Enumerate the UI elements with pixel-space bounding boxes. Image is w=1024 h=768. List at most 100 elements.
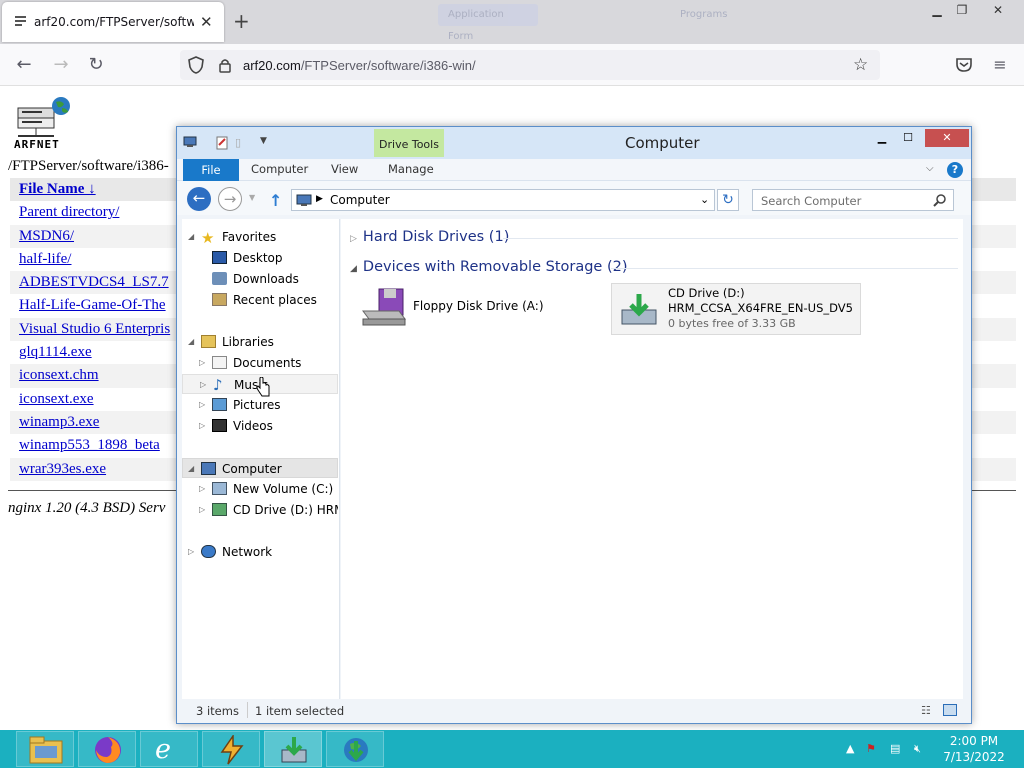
nav-new-volume[interactable]: ▷ New Volume (C:) [182, 479, 338, 499]
firefox-taskbar-button[interactable] [78, 731, 136, 767]
tab-manage[interactable]: Manage [388, 162, 434, 176]
file-explorer-taskbar-button[interactable] [16, 731, 74, 767]
libraries-icon [201, 335, 216, 348]
ribbon-tabs: File Computer View Manage ⌵ ? [177, 159, 971, 181]
refresh-icon[interactable]: ↻ [717, 189, 739, 211]
close-icon[interactable]: ✕ [983, 0, 1013, 20]
system-clock[interactable]: 2:00 PM 7/13/2022 [940, 733, 1008, 765]
installer-taskbar-button[interactable] [264, 731, 322, 767]
nav-computer[interactable]: ◢ Computer [182, 458, 338, 478]
nav-label: New Volume (C:) [233, 482, 334, 496]
close-tab-icon[interactable]: ✕ [200, 13, 213, 31]
expand-icon[interactable]: ▷ [199, 353, 209, 373]
explorer-titlebar[interactable]: ▯ ▼ Drive Tools Computer ▁ ☐ ✕ [177, 127, 971, 159]
details-view-icon[interactable]: ☷ [921, 704, 931, 717]
collapse-icon[interactable]: ◢ [350, 264, 357, 274]
status-selection: 1 item selected [255, 704, 345, 718]
floppy-drive-icon [359, 287, 407, 327]
navigation-bar: ← → ↻ arf20.com/FTPServer/software/i386-… [0, 44, 1024, 86]
large-icons-view-icon[interactable] [943, 704, 957, 716]
group-removable-storage[interactable]: ◢ Devices with Removable Storage (2) [350, 259, 628, 275]
nav-videos[interactable]: ▷ Videos [182, 416, 338, 436]
maximize-icon[interactable]: ☐ [895, 129, 921, 147]
forward-icon[interactable]: → [50, 54, 72, 76]
volume-muted-icon[interactable]: 🔇︎ [914, 742, 921, 756]
group-label: Devices with Removable Storage (2) [362, 259, 628, 275]
nav-recent-places[interactable]: Recent places [182, 290, 338, 310]
up-icon[interactable]: ↑ [269, 191, 282, 210]
nav-label: Computer [222, 462, 282, 476]
search-input[interactable]: Search Computer [752, 189, 954, 211]
forward-icon[interactable]: → [218, 187, 242, 211]
reload-icon[interactable]: ↻ [85, 54, 107, 76]
customize-qat-icon[interactable]: ▼ [260, 136, 267, 146]
expand-icon[interactable]: ▷ [350, 234, 357, 244]
floppy-drive-item[interactable]: Floppy Disk Drive (A:) [359, 283, 559, 331]
collapse-icon[interactable]: ◢ [188, 227, 198, 247]
bookmark-star-icon[interactable]: ☆ [853, 55, 868, 75]
show-hidden-icons-icon[interactable]: ▲ [846, 742, 854, 755]
expand-icon[interactable]: ▷ [199, 395, 209, 415]
address-dropdown-icon[interactable]: ⌄ [700, 193, 709, 206]
music-icon: ♪ [213, 376, 223, 394]
tab-file[interactable]: File [183, 159, 239, 181]
ghost-tab: Application Form [438, 4, 538, 42]
search-icon[interactable] [933, 193, 947, 207]
expand-icon[interactable]: ▷ [188, 542, 198, 562]
url-text: arf20.com/FTPServer/software/i386-win/ [243, 58, 476, 73]
back-icon[interactable]: ← [13, 54, 35, 76]
expand-icon[interactable]: ▷ [199, 416, 209, 436]
help-icon[interactable]: ? [947, 162, 963, 178]
nav-favorites[interactable]: ◢ ★ Favorites [182, 227, 338, 247]
breadcrumb-arrow-icon[interactable]: ▶ [316, 194, 323, 204]
url-bar[interactable]: arf20.com/FTPServer/software/i386-win/ ☆ [180, 50, 880, 80]
download-manager-taskbar-button[interactable] [326, 731, 384, 767]
group-hard-disk-drives[interactable]: ▷ Hard Disk Drives (1) [350, 229, 509, 245]
nav-cd-drive[interactable]: ▷ CD Drive (D:) HRM_CCSA_X64FRE_EN-US_DV… [182, 500, 338, 520]
lock-icon[interactable] [218, 57, 232, 73]
collapse-icon[interactable]: ◢ [188, 459, 198, 477]
tab-view[interactable]: View [331, 162, 358, 176]
star-icon: ★ [201, 229, 215, 247]
recent-locations-icon[interactable]: ▼ [249, 193, 255, 202]
minimize-icon[interactable]: ▁ [869, 129, 895, 147]
restore-icon[interactable]: ❐ [947, 0, 977, 20]
address-toolbar: ← → ▼ ↑ ▶ Computer ⌄ ↻ Search Computer [177, 181, 971, 215]
expand-icon[interactable]: ▷ [199, 479, 209, 499]
cd-drive-icon [620, 290, 658, 328]
internet-explorer-icon: e [155, 734, 171, 765]
tab-computer[interactable]: Computer [251, 162, 308, 176]
collapse-icon[interactable]: ◢ [188, 332, 198, 352]
hand-cursor-icon [256, 377, 270, 397]
new-tab-button[interactable]: + [233, 9, 250, 33]
ie-taskbar-button[interactable]: e [140, 731, 198, 767]
browser-tab[interactable]: arf20.com/FTPServer/software/ ✕ [2, 2, 224, 42]
nav-libraries[interactable]: ◢ Libraries [182, 332, 338, 352]
page-icon [14, 15, 27, 28]
action-center-icon[interactable]: ⚑ [866, 742, 876, 755]
recent-places-icon [212, 293, 227, 306]
computer-small-icon [183, 136, 197, 148]
group-label: Hard Disk Drives (1) [362, 229, 510, 245]
expand-icon[interactable]: ▷ [199, 500, 209, 520]
network-status-icon[interactable]: ▤ [890, 742, 900, 755]
nav-pictures[interactable]: ▷ Pictures [182, 395, 338, 415]
shield-icon[interactable] [188, 56, 204, 74]
pocket-icon[interactable] [955, 56, 973, 74]
expand-icon[interactable]: ▷ [200, 375, 210, 393]
window-title: Computer [625, 134, 700, 152]
address-bar[interactable]: ▶ Computer ⌄ [291, 189, 715, 211]
new-folder-icon[interactable]: ▯ [235, 136, 241, 149]
nav-downloads[interactable]: Downloads [182, 269, 338, 289]
app-taskbar-button[interactable] [202, 731, 260, 767]
nav-documents[interactable]: ▷ Documents [182, 353, 338, 373]
nav-network[interactable]: ▷ Network [182, 542, 338, 562]
close-icon[interactable]: ✕ [925, 129, 969, 147]
expand-ribbon-icon[interactable]: ⌵ [926, 163, 934, 174]
content-pane: ▷ Hard Disk Drives (1) ◢ Devices with Remo… [341, 219, 963, 699]
back-icon[interactable]: ← [187, 187, 211, 211]
nav-desktop[interactable]: Desktop [182, 248, 338, 268]
properties-icon[interactable] [215, 136, 229, 150]
menu-icon[interactable]: ≡ [989, 54, 1011, 76]
cd-drive-item[interactable]: CD Drive (D:) HRM_CCSA_X64FRE_EN-US_DV5 … [611, 283, 861, 335]
